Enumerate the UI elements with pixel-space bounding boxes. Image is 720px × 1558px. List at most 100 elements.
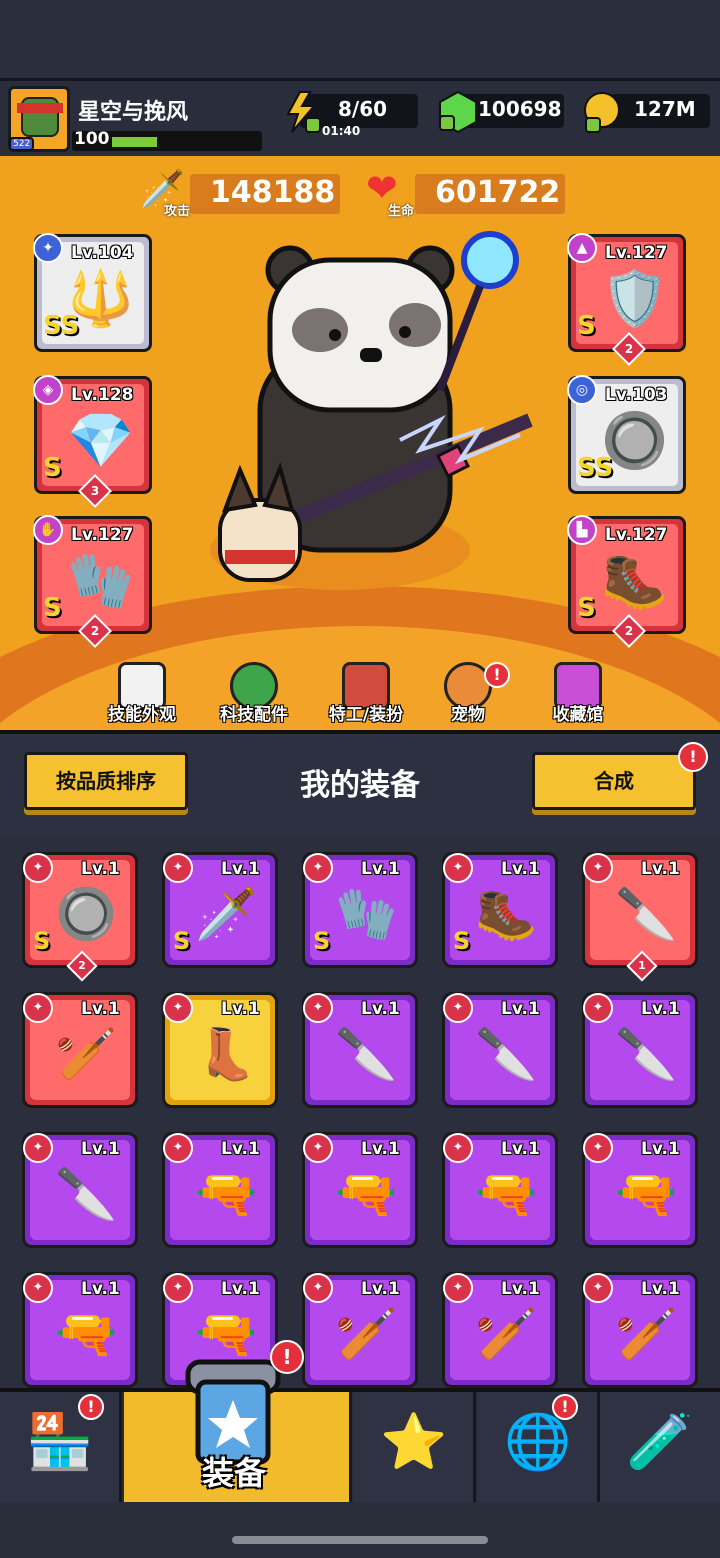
- rank-label: S: [43, 453, 62, 483]
- item-level: Lv.1: [641, 1139, 680, 1159]
- merge-button[interactable]: 合成: [532, 752, 696, 810]
- inventory-item[interactable]: ✦ 🔫 Lv.1: [582, 1132, 698, 1248]
- item-type-icon: ✦: [443, 853, 473, 883]
- inventory-item[interactable]: ✦ 🏏 Lv.1: [582, 1272, 698, 1388]
- necklace-icon: 💎: [67, 409, 135, 472]
- player-avatar[interactable]: 522: [8, 86, 70, 152]
- inventory-item[interactable]: ✦ 🗡️ Lv.1 S: [162, 852, 278, 968]
- bat-icon: 🏏: [55, 1025, 118, 1083]
- inventory-item[interactable]: ✦ 🏏 Lv.1: [442, 1272, 558, 1388]
- item-type-icon: ✦: [583, 1273, 613, 1303]
- shotgun-icon: 🔫: [55, 1305, 118, 1363]
- inventory-item[interactable]: ✦ 🔫 Lv.1: [22, 1272, 138, 1388]
- item-type-icon: ✦: [443, 993, 473, 1023]
- item-level: Lv.1: [361, 1139, 400, 1159]
- energy-value: 8/60: [338, 97, 388, 121]
- coin-icon[interactable]: [580, 90, 624, 134]
- item-level: Lv.1: [81, 859, 120, 879]
- slot-level: Lv.127: [605, 525, 668, 545]
- slot-level: Lv.104: [71, 243, 134, 263]
- item-level: Lv.1: [641, 1279, 680, 1299]
- item-level: Lv.1: [221, 1139, 260, 1159]
- item-type-icon: ✦: [163, 853, 193, 883]
- inventory-item[interactable]: ✦ 🔪 Lv.1 1: [582, 852, 698, 982]
- my-equipment-title: 我的装备: [300, 768, 420, 803]
- menu-agent-costume[interactable]: 特工/装扮: [316, 662, 416, 725]
- item-level: Lv.1: [221, 859, 260, 879]
- item-level: Lv.1: [361, 1279, 400, 1299]
- item-type-icon: ✦: [303, 1273, 333, 1303]
- item-type-icon: ✦: [163, 993, 193, 1023]
- equip-slot-armor[interactable]: ▲ 🛡️ Lv.127 S 2: [567, 233, 686, 366]
- inventory-item[interactable]: ✦ 🔪 Lv.1: [582, 992, 698, 1108]
- rank-label: S: [43, 593, 62, 623]
- item-level: Lv.1: [361, 859, 400, 879]
- armor-icon: 🛡️: [601, 267, 669, 330]
- inventory-item[interactable]: ✦ 🔪 Lv.1: [302, 992, 418, 1108]
- energy-timer: 01:40: [322, 124, 361, 138]
- item-type-icon: ✦: [303, 993, 333, 1023]
- inventory-item[interactable]: ✦ 🏏 Lv.1: [302, 1272, 418, 1388]
- boots-icon: 🥾: [475, 885, 538, 943]
- equip-slot-necklace[interactable]: ◈ 💎 Lv.128 S 3: [33, 375, 152, 508]
- inventory-item[interactable]: ✦ 🥾 Lv.1 S: [442, 852, 558, 968]
- item-level: Lv.1: [221, 999, 260, 1019]
- item-level: Lv.1: [641, 999, 680, 1019]
- rank-badge: 522: [9, 137, 35, 151]
- gem-value: 100698: [478, 97, 562, 121]
- inventory-item[interactable]: ✦ 🔪 Lv.1: [22, 1132, 138, 1248]
- nav-mission-tab[interactable]: 🌐: [478, 1392, 600, 1502]
- equipment-alert-badge: !: [270, 1340, 304, 1374]
- shop-alert-badge: !: [78, 1394, 104, 1420]
- inventory-item[interactable]: ✦ 🧤 Lv.1 S: [302, 852, 418, 968]
- nav-talent-tab[interactable]: ⭐: [354, 1392, 476, 1502]
- status-bar: [0, 0, 720, 78]
- machete-icon: 🔪: [615, 1025, 678, 1083]
- inventory-item[interactable]: ✦ 👢 Lv.1: [162, 992, 278, 1108]
- hp-label: 生命: [388, 204, 415, 219]
- menu-skill-appearance[interactable]: 技能外观: [92, 662, 192, 725]
- item-type-icon: ✦: [23, 1273, 53, 1303]
- gem-icon[interactable]: [436, 90, 480, 134]
- equip-slot-belt[interactable]: ◎ 🔘 Lv.103 SS: [567, 375, 686, 494]
- sort-by-quality-button[interactable]: 按品质排序: [24, 752, 188, 810]
- inventory-item[interactable]: ✦ 🔫 Lv.1: [302, 1132, 418, 1248]
- item-type-icon: ✦: [23, 993, 53, 1023]
- rank-label: SS: [43, 311, 80, 341]
- gold-value: 127M: [634, 97, 696, 121]
- menu-collection[interactable]: 收藏馆: [528, 662, 628, 725]
- equip-slot-boots[interactable]: ▙ 🥾 Lv.127 S 2: [567, 515, 686, 648]
- slot-level: Lv.103: [605, 385, 668, 405]
- armor-type-icon: ▲: [567, 233, 597, 263]
- boot-icon: 👢: [195, 1025, 258, 1083]
- inventory-item[interactable]: ✦ 🔘 Lv.1 S 2: [22, 852, 138, 982]
- slot-level: Lv.127: [71, 525, 134, 545]
- item-type-icon: ✦: [583, 993, 613, 1023]
- inventory-item[interactable]: ✦ 🏏 Lv.1: [22, 992, 138, 1108]
- nav-equipment-tab[interactable]: 装备: [124, 1359, 352, 1502]
- attack-label: 攻击: [164, 204, 191, 219]
- nav-evolve-tab[interactable]: 🧪: [600, 1392, 720, 1502]
- equip-slot-weapon[interactable]: ✦ 🔱 Lv.104 SS: [33, 233, 152, 352]
- lightning-icon[interactable]: [280, 90, 324, 134]
- belt-type-icon: ◎: [567, 375, 597, 405]
- rank-label: S: [313, 927, 331, 955]
- rank-label: S: [577, 593, 596, 623]
- sword-icon: 🗡️: [195, 885, 258, 943]
- inventory-item[interactable]: ✦ 🔪 Lv.1: [442, 992, 558, 1108]
- menu-tech-parts[interactable]: 科技配件: [204, 662, 304, 725]
- item-type-icon: ✦: [23, 1133, 53, 1163]
- rank-label: S: [453, 927, 471, 955]
- attack-value: 148188: [210, 175, 336, 210]
- inventory-item[interactable]: ✦ 🔫 Lv.1: [442, 1132, 558, 1248]
- kunai-icon: 🔪: [335, 1025, 398, 1083]
- star-swords-icon: ⭐: [380, 1410, 448, 1473]
- item-type-icon: ✦: [583, 853, 613, 883]
- necklace-type-icon: ◈: [33, 375, 63, 405]
- player-level: 100: [74, 129, 110, 149]
- inventory-item[interactable]: ✦ 🔫 Lv.1: [162, 1132, 278, 1248]
- item-level: Lv.1: [221, 1279, 260, 1299]
- equip-slot-gloves[interactable]: ✋ 🧤 Lv.127 S 2: [33, 515, 152, 648]
- shotgun-icon: 🔫: [615, 1165, 678, 1223]
- item-type-icon: ✦: [303, 1133, 333, 1163]
